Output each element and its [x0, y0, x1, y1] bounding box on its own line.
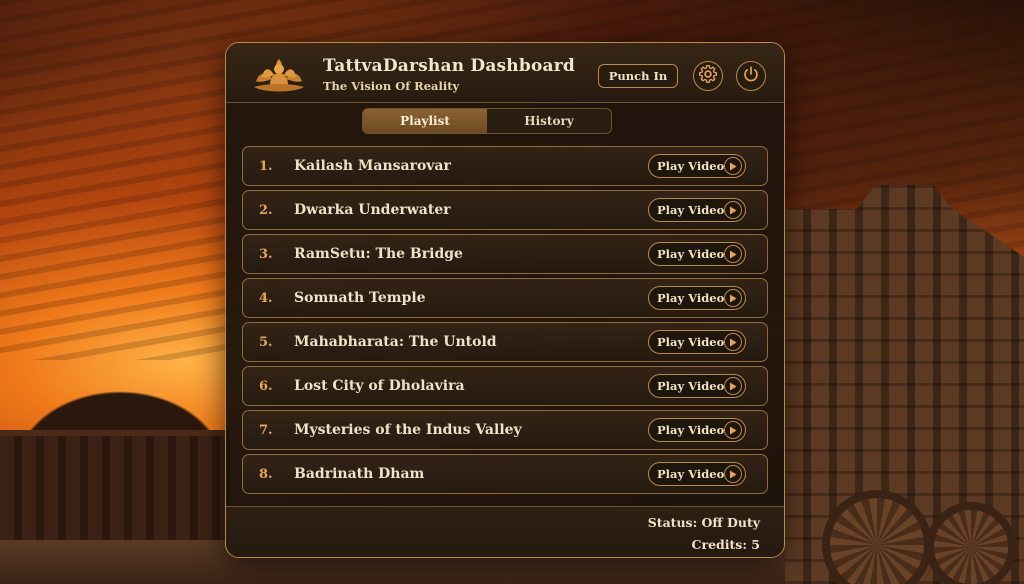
- item-title: Somnath Temple: [294, 290, 426, 306]
- play-video-button[interactable]: Play Video: [648, 374, 746, 398]
- play-video-button[interactable]: Play Video: [648, 242, 746, 266]
- temple-ruins-left: [0, 430, 230, 584]
- play-video-button[interactable]: Play Video: [648, 286, 746, 310]
- item-number: 5.: [259, 335, 273, 350]
- item-number: 7.: [259, 423, 273, 438]
- play-video-label: Play Video: [657, 247, 725, 261]
- play-icon: [724, 421, 742, 439]
- play-video-label: Play Video: [657, 335, 725, 349]
- punch-in-button[interactable]: Punch In: [598, 64, 678, 88]
- item-title: Dwarka Underwater: [294, 202, 451, 218]
- gear-icon: [698, 64, 718, 88]
- power-icon: [742, 65, 760, 87]
- play-icon: [724, 201, 742, 219]
- play-icon: [724, 377, 742, 395]
- play-video-button[interactable]: Play Video: [648, 154, 746, 178]
- settings-button[interactable]: [693, 61, 723, 91]
- dashboard-panel: TattvaDarshan Dashboard The Vision Of Re…: [225, 42, 785, 558]
- play-icon: [724, 245, 742, 263]
- item-number: 4.: [259, 291, 273, 306]
- play-video-button[interactable]: Play Video: [648, 418, 746, 442]
- list-item: 1. Kailash Mansarovar Play Video: [242, 146, 768, 186]
- playlist: 1. Kailash Mansarovar Play Video 2. Dwar…: [242, 146, 768, 498]
- play-video-label: Play Video: [657, 467, 725, 481]
- play-video-label: Play Video: [657, 291, 725, 305]
- play-video-label: Play Video: [657, 379, 725, 393]
- play-icon: [724, 465, 742, 483]
- list-item: 4. Somnath Temple Play Video: [242, 278, 768, 318]
- item-title: Kailash Mansarovar: [294, 158, 451, 174]
- item-number: 6.: [259, 379, 273, 394]
- dashboard-header: TattvaDarshan Dashboard The Vision Of Re…: [226, 43, 784, 103]
- list-item: 7. Mysteries of the Indus Valley Play Vi…: [242, 410, 768, 450]
- list-item: 2. Dwarka Underwater Play Video: [242, 190, 768, 230]
- list-item: 8. Badrinath Dham Play Video: [242, 454, 768, 494]
- item-number: 1.: [259, 159, 273, 174]
- list-item: 5. Mahabharata: The Untold Play Video: [242, 322, 768, 362]
- lotus-meditation-icon: [250, 55, 308, 95]
- duty-status: Status: Off Duty: [647, 515, 760, 530]
- play-video-button[interactable]: Play Video: [648, 462, 746, 486]
- play-video-label: Play Video: [657, 203, 725, 217]
- list-item: 3. RamSetu: The Bridge Play Video: [242, 234, 768, 274]
- distant-hills: [0, 380, 240, 470]
- play-icon: [724, 157, 742, 175]
- play-video-label: Play Video: [657, 159, 725, 173]
- list-item: 6. Lost City of Dholavira Play Video: [242, 366, 768, 406]
- play-video-label: Play Video: [657, 423, 725, 437]
- chariot-wheel: [926, 502, 1016, 584]
- page-title: TattvaDarshan Dashboard: [323, 56, 575, 76]
- chariot-wheel: [822, 490, 932, 584]
- item-title: Mahabharata: The Untold: [294, 334, 497, 350]
- credits-count: Credits: 5: [691, 537, 760, 552]
- item-number: 3.: [259, 247, 273, 262]
- item-title: RamSetu: The Bridge: [294, 246, 463, 262]
- item-title: Badrinath Dham: [294, 466, 425, 482]
- item-title: Lost City of Dholavira: [294, 378, 465, 394]
- page-subtitle: The Vision Of Reality: [323, 79, 460, 93]
- status-footer: Status: Off Duty Credits: 5: [226, 506, 784, 557]
- stone-temple: [785, 185, 1024, 584]
- play-video-button[interactable]: Play Video: [648, 330, 746, 354]
- power-button[interactable]: [736, 61, 766, 91]
- item-title: Mysteries of the Indus Valley: [294, 422, 522, 438]
- view-tabs: Playlist History: [362, 108, 612, 134]
- tab-playlist[interactable]: Playlist: [363, 109, 487, 133]
- play-video-button[interactable]: Play Video: [648, 198, 746, 222]
- item-number: 2.: [259, 203, 273, 218]
- play-icon: [724, 333, 742, 351]
- play-icon: [724, 289, 742, 307]
- item-number: 8.: [259, 467, 273, 482]
- tab-history[interactable]: History: [487, 109, 611, 133]
